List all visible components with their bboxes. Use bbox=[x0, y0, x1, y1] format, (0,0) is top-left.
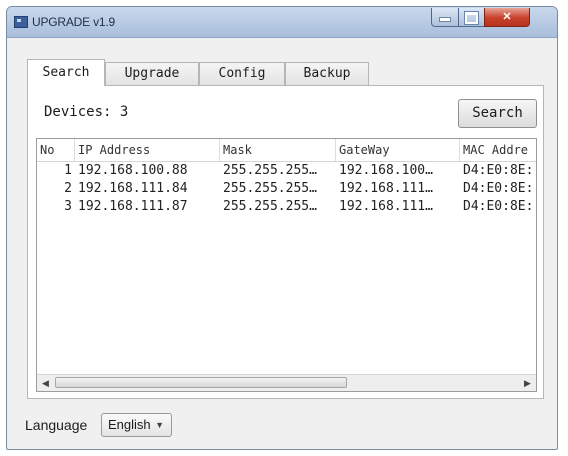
minimize-icon bbox=[439, 17, 451, 22]
cell-no: 2 bbox=[64, 181, 72, 196]
window-title: UPGRADE v1.9 bbox=[32, 15, 115, 29]
column-header-mac-address[interactable]: MAC Addre bbox=[460, 139, 536, 161]
cell-gateway: 192.168.111… bbox=[339, 181, 433, 196]
table-header: No IP Address Mask GateWay MAC Addre bbox=[37, 139, 536, 162]
chevron-down-icon: ▼ bbox=[155, 420, 164, 430]
language-value: English bbox=[108, 417, 151, 432]
cell-ip-address: 192.168.111.84 bbox=[78, 181, 188, 196]
scroll-left-icon[interactable]: ◀ bbox=[37, 375, 54, 391]
column-header-mask[interactable]: Mask bbox=[220, 139, 336, 161]
horizontal-scrollbar[interactable]: ◀ ▶ bbox=[37, 374, 536, 391]
minimize-button[interactable] bbox=[431, 8, 459, 27]
device-table[interactable]: No IP Address Mask GateWay MAC Addre 1 1… bbox=[36, 138, 537, 392]
app-icon bbox=[14, 16, 28, 28]
maximize-icon bbox=[464, 11, 479, 25]
cell-mask: 255.255.255… bbox=[223, 163, 317, 178]
close-icon: ✕ bbox=[502, 11, 512, 23]
cell-ip-address: 192.168.100.88 bbox=[78, 163, 188, 178]
devices-count: Devices: 3 bbox=[44, 104, 129, 120]
cell-mask: 255.255.255… bbox=[223, 181, 317, 196]
cell-mac-address: D4:E0:8E: bbox=[463, 199, 534, 214]
cell-gateway: 192.168.100… bbox=[339, 163, 433, 178]
cell-ip-address: 192.168.111.87 bbox=[78, 199, 188, 214]
tab-backup[interactable]: Backup bbox=[285, 62, 369, 85]
scrollbar-thumb[interactable] bbox=[55, 377, 347, 388]
tab-config[interactable]: Config bbox=[199, 62, 285, 85]
cell-no: 1 bbox=[64, 163, 72, 178]
maximize-button[interactable] bbox=[458, 8, 485, 27]
cell-mask: 255.255.255… bbox=[223, 199, 317, 214]
language-label: Language bbox=[25, 417, 88, 433]
tab-search[interactable]: Search bbox=[27, 59, 105, 86]
title-bar[interactable]: UPGRADE v1.9 ✕ bbox=[7, 7, 557, 38]
column-header-no[interactable]: No bbox=[37, 139, 75, 161]
table-row[interactable]: 3 192.168.111.87 255.255.255… 192.168.11… bbox=[37, 198, 536, 216]
app-window: UPGRADE v1.9 ✕ Search Upgrade Config Bac… bbox=[6, 6, 558, 450]
cell-mac-address: D4:E0:8E: bbox=[463, 181, 534, 196]
column-header-gateway[interactable]: GateWay bbox=[336, 139, 460, 161]
table-body: 1 192.168.100.88 255.255.255… 192.168.10… bbox=[37, 162, 536, 216]
cell-no: 3 bbox=[64, 199, 72, 214]
table-row[interactable]: 1 192.168.100.88 255.255.255… 192.168.10… bbox=[37, 162, 536, 180]
tab-upgrade[interactable]: Upgrade bbox=[105, 62, 199, 85]
cell-gateway: 192.168.111… bbox=[339, 199, 433, 214]
scroll-right-icon[interactable]: ▶ bbox=[519, 375, 536, 391]
close-button[interactable]: ✕ bbox=[484, 8, 530, 27]
search-panel: Devices: 3 Search No IP Address Mask Gat… bbox=[27, 85, 544, 399]
table-row[interactable]: 2 192.168.111.84 255.255.255… 192.168.11… bbox=[37, 180, 536, 198]
column-header-ip-address[interactable]: IP Address bbox=[75, 139, 220, 161]
language-dropdown[interactable]: English ▼ bbox=[101, 413, 172, 437]
search-button[interactable]: Search bbox=[458, 99, 537, 128]
cell-mac-address: D4:E0:8E: bbox=[463, 163, 534, 178]
